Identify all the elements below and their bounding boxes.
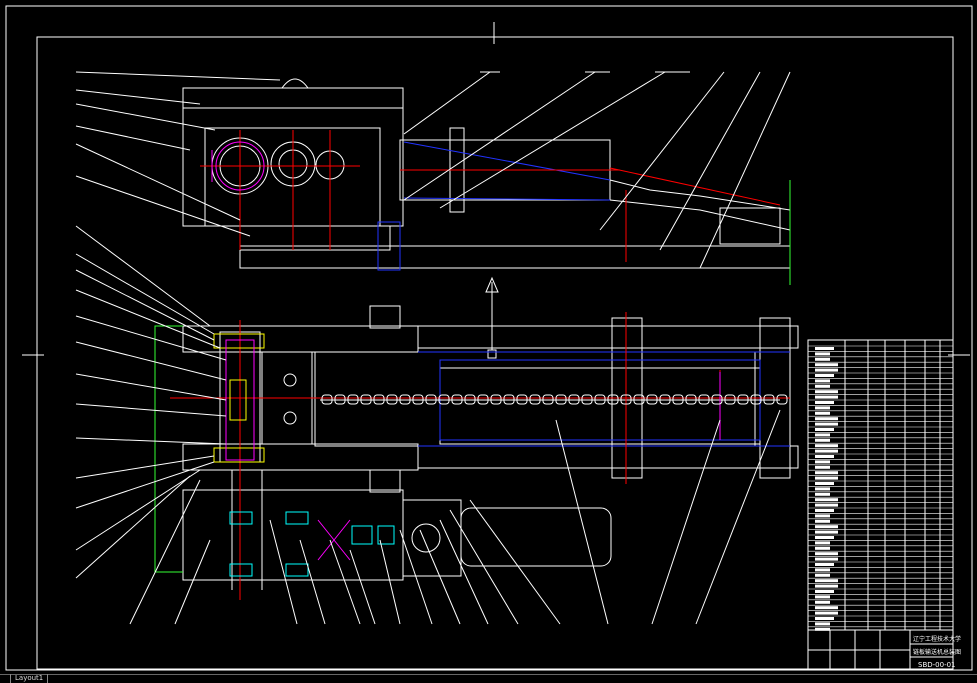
plan-magenta-parts	[225, 339, 721, 561]
parts-list-entry-mark	[815, 476, 838, 480]
parts-list-entry-mark	[815, 525, 838, 529]
parts-list-entry-mark	[815, 471, 838, 475]
plan-hidden-lines	[418, 351, 790, 447]
parts-list-entry-mark	[815, 433, 830, 437]
parts-list-rows	[808, 345, 953, 631]
parts-list-entry-mark	[815, 514, 830, 518]
title-block-drawing-number: SBD-00-01	[918, 661, 956, 669]
parts-list-entry-mark	[815, 563, 834, 566]
parts-list-entry-mark	[815, 509, 834, 512]
elevation-centerlines	[200, 130, 781, 262]
parts-list-entry-mark	[815, 573, 830, 577]
parts-list-entry-mark	[815, 428, 834, 431]
parts-list-entry-mark	[815, 584, 838, 588]
parts-list-entry-mark	[815, 406, 830, 410]
parts-list-entry-mark	[815, 595, 830, 599]
parts-list-entry-mark	[815, 411, 830, 415]
parts-list-entry-mark	[815, 444, 838, 448]
plan-cyan-parts	[229, 511, 395, 577]
parts-list-entry-mark	[815, 422, 838, 426]
elevation-view	[182, 78, 791, 269]
parts-list-entry-mark	[815, 552, 838, 556]
parts-list-entry-mark	[815, 611, 838, 615]
parts-list-entry-mark	[815, 568, 830, 572]
parts-list-entry-mark	[815, 487, 830, 491]
parts-list-entry-mark	[815, 363, 838, 367]
parts-list-entry-mark	[815, 498, 838, 502]
parts-list-entry-mark	[815, 384, 830, 388]
title-block-drawing-name: 链板输送机总装图	[913, 648, 961, 656]
parts-list-entry-mark	[815, 617, 834, 620]
parts-list-entry-mark	[815, 374, 834, 377]
cad-drawing-canvas[interactable]: 辽宁工程技术大学 链板输送机总装图 SBD-00-01	[0, 0, 977, 674]
leader-lines-bottom	[129, 409, 781, 625]
parts-list-entry-mark	[815, 606, 838, 610]
plan-view	[182, 305, 799, 590]
parts-list-entry-mark	[815, 482, 834, 485]
parts-list-entry-mark	[815, 557, 838, 561]
parts-list-entry-mark	[815, 546, 830, 550]
parts-list-entry-mark	[815, 357, 830, 361]
parts-list-entry-mark	[815, 590, 834, 593]
parts-list-entry-mark	[815, 347, 834, 350]
parts-list-entry-mark	[815, 519, 830, 523]
parts-list-entry-mark	[815, 455, 834, 458]
parts-list-entry-mark	[815, 449, 838, 453]
parts-list-entry-mark	[815, 492, 830, 496]
title-block-organization: 辽宁工程技术大学	[913, 635, 961, 643]
parts-list-entry-mark	[815, 460, 830, 464]
parts-list-entry-mark	[815, 465, 830, 469]
parts-list-entry-mark	[815, 368, 838, 372]
parts-list-entry-mark	[815, 438, 830, 442]
view-direction-arrow	[485, 276, 499, 359]
parts-list-entry-mark	[815, 395, 838, 399]
parts-list-entry-mark	[815, 417, 838, 421]
parts-list-entry-mark	[815, 541, 830, 545]
parts-list-entry-mark	[815, 579, 838, 583]
parts-list-entry-mark	[815, 503, 838, 507]
parts-list-entry-mark	[815, 379, 830, 383]
elevation-hidden-lines	[377, 141, 611, 271]
parts-list-entry-mark	[815, 390, 838, 394]
parts-list-entry-mark	[815, 401, 834, 404]
plan-centerlines	[170, 312, 790, 600]
parts-list-entry-mark	[815, 600, 830, 604]
parts-list-entry-mark	[815, 536, 834, 539]
parts-list-entry-mark	[815, 352, 830, 356]
parts-list-entry-mark	[815, 622, 830, 626]
parts-list-entry-mark	[815, 530, 838, 534]
